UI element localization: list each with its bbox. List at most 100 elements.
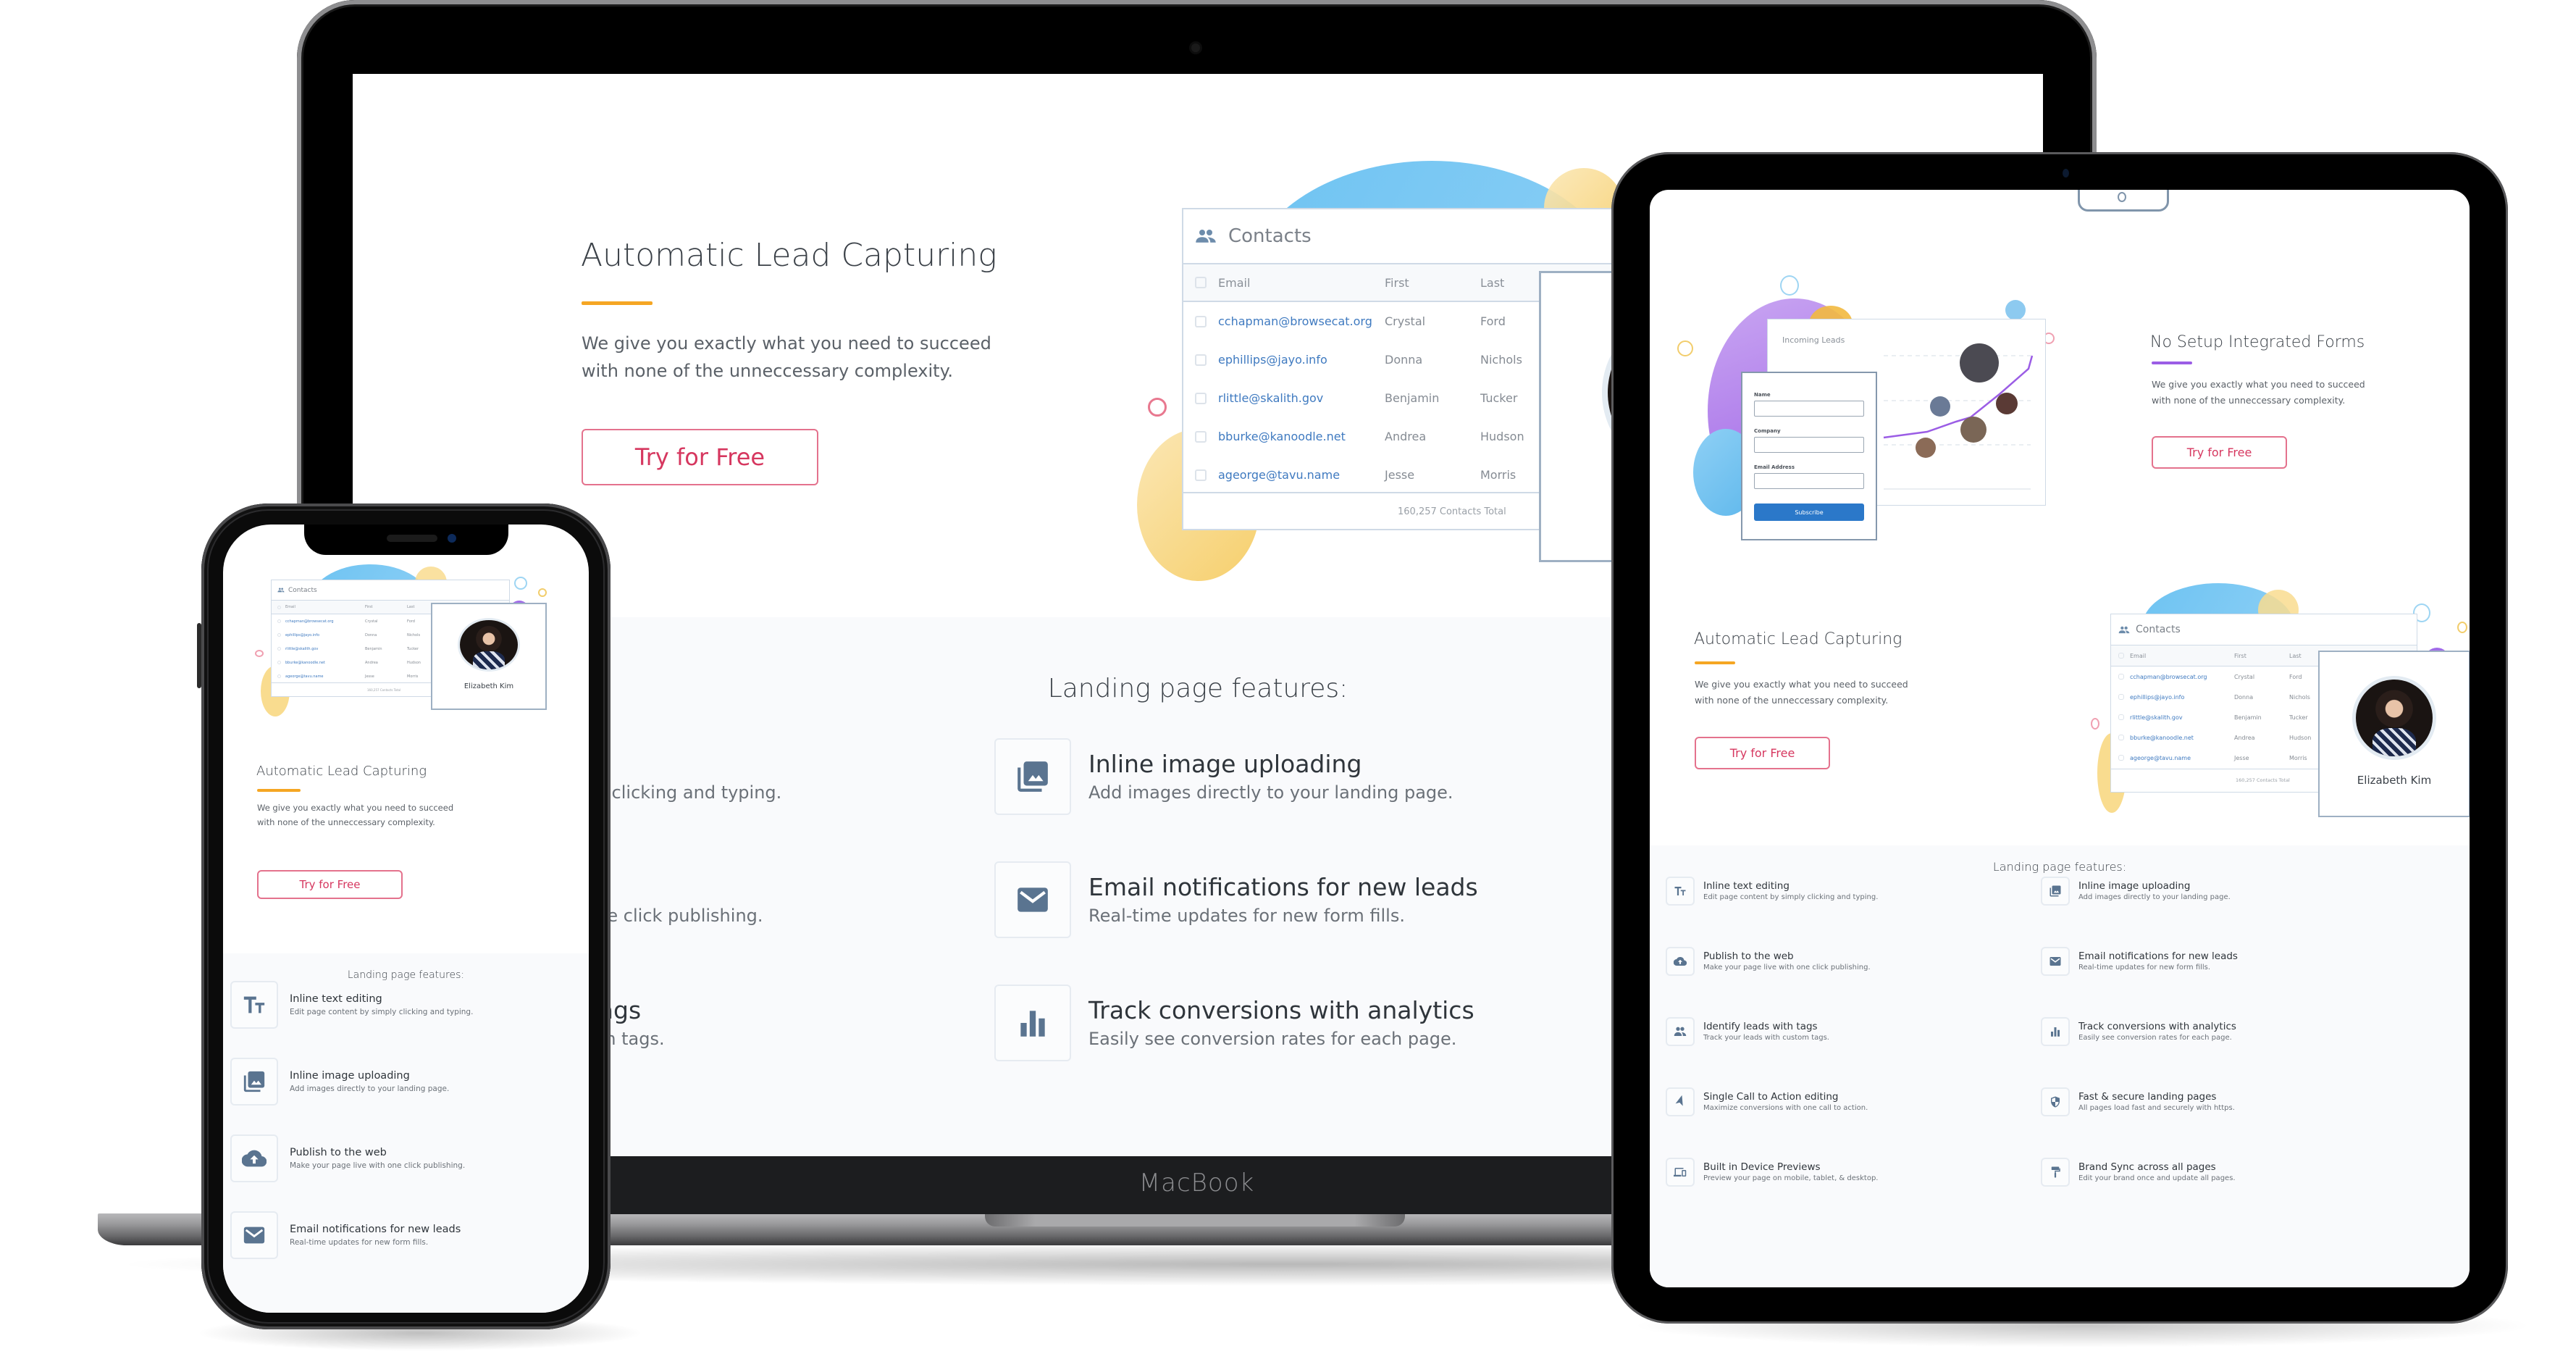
feature-title: Inline image uploading <box>1088 750 1362 778</box>
contact-email[interactable]: rlittle@skalith.gov <box>285 647 365 651</box>
contact-email[interactable]: cchapman@browsecat.org <box>1218 314 1385 328</box>
feature-title: Identify leads with tags <box>1703 1021 1818 1032</box>
feature-description: Edit page content by simply clicking and… <box>1703 893 1879 901</box>
try-for-free-button[interactable]: Try for Free <box>582 429 818 485</box>
feature-description: Edit page content by simply clicking and… <box>290 1008 474 1016</box>
select-all-checkbox[interactable] <box>2118 653 2124 659</box>
column-first[interactable]: First <box>1385 276 1480 290</box>
device-preview-icon[interactable] <box>2078 190 2169 212</box>
people-icon <box>1196 230 1216 243</box>
feature-item: Inline image uploading Add images directl… <box>2041 877 2231 906</box>
contact-last-name: Hudson <box>407 660 421 665</box>
decorative-ring-blue <box>514 577 527 590</box>
column-email[interactable]: Email <box>285 605 365 609</box>
feature-description: Real-time updates for new form fills. <box>1088 906 1405 926</box>
contact-email[interactable]: ephillips@jayo.info <box>285 633 365 638</box>
contacts-card-title: Contacts <box>2136 624 2181 635</box>
select-all-checkbox[interactable] <box>1195 277 1207 288</box>
phone-screen: Contacts Email First Last cchapman@brows… <box>223 525 589 1313</box>
feature-description: Add images directly to your landing page… <box>290 1085 450 1093</box>
feature-title: Email notifications for new leads <box>1088 873 1478 901</box>
contact-first-name: Andrea <box>1385 430 1427 443</box>
contact-email[interactable]: bburke@kanoodle.net <box>2130 735 2234 741</box>
contact-first-name: Crystal <box>365 619 378 624</box>
select-all-checkbox[interactable] <box>277 605 281 609</box>
feature-item: Email notifications for new leads Real-ti… <box>994 861 1478 938</box>
try-for-free-button[interactable]: Try for Free <box>257 870 403 899</box>
subscribe-button[interactable]: Subscribe <box>1754 503 1864 521</box>
column-last[interactable]: Last <box>1480 276 1504 290</box>
forms-subtitle-line: We give you exactly what you need to suc… <box>2152 379 2365 390</box>
contact-email[interactable]: rlittle@skalith.gov <box>1218 391 1385 405</box>
contact-last-name: Morris <box>1480 468 1516 482</box>
hero-accent-bar <box>582 301 653 305</box>
row-checkbox[interactable] <box>277 661 281 664</box>
column-first[interactable]: First <box>365 605 407 609</box>
contact-email[interactable]: rlittle@skalith.gov <box>2130 714 2234 721</box>
contact-first-name: Benjamin <box>365 646 382 651</box>
column-email[interactable]: Email <box>1218 276 1385 290</box>
try-for-free-button[interactable]: Try for Free <box>1695 737 1830 769</box>
row-checkbox[interactable] <box>2118 694 2124 700</box>
row-checkbox[interactable] <box>2118 714 2124 720</box>
hero-title: Automatic Lead Capturing <box>581 237 997 274</box>
contact-email[interactable]: ageorge@tavu.name <box>2130 755 2234 761</box>
shield-icon <box>2041 1087 2070 1116</box>
contact-email[interactable]: ageorge@tavu.name <box>285 674 365 679</box>
row-checkbox[interactable] <box>1195 354 1207 366</box>
decorative-blob-blue <box>2005 300 2026 320</box>
row-checkbox[interactable] <box>2118 755 2124 761</box>
feature-item: Inline image uploading Add images directl… <box>994 738 1453 815</box>
row-checkbox[interactable] <box>277 674 281 678</box>
column-email[interactable]: Email <box>2130 653 2234 659</box>
feature-description: Add images directly to your landing page… <box>2078 893 2231 901</box>
row-checkbox[interactable] <box>277 647 281 651</box>
contact-email[interactable]: cchapman@browsecat.org <box>2130 674 2234 680</box>
contact-email[interactable]: ephillips@jayo.info <box>2130 694 2234 701</box>
contact-email[interactable]: bburke@kanoodle.net <box>1218 430 1385 443</box>
contact-first-name: Crystal <box>1385 314 1426 328</box>
row-checkbox[interactable] <box>277 619 281 623</box>
row-checkbox[interactable] <box>2118 735 2124 740</box>
feature-item: Identify leads with tags Track your leads… <box>1666 1017 1829 1046</box>
lead-capture-subtitle-line: We give you exactly what you need to suc… <box>1695 679 1908 690</box>
contact-email[interactable]: cchapman@browsecat.org <box>285 619 365 624</box>
bar-chart-icon <box>2041 1017 2070 1046</box>
contact-last-name: Ford <box>407 619 415 624</box>
form-field-label: Email Address <box>1754 464 1795 470</box>
contact-first-name: Donna <box>365 632 377 638</box>
people-icon <box>2118 626 2130 633</box>
contact-last-name: Morris <box>407 674 419 679</box>
text-format-icon <box>230 981 278 1029</box>
row-checkbox[interactable] <box>2118 674 2124 680</box>
contact-first-name: Benjamin <box>2234 714 2262 721</box>
contact-email[interactable]: bburke@kanoodle.net <box>285 661 365 665</box>
row-checkbox[interactable] <box>1195 392 1207 404</box>
form-field-label: Company <box>1754 428 1781 434</box>
devices-icon <box>1666 1158 1695 1187</box>
feature-description: All pages load fast and securely with ht… <box>2078 1104 2235 1112</box>
row-checkbox[interactable] <box>1195 469 1207 481</box>
forms-subtitle-line: with none of the unneccessary complexity… <box>2152 395 2346 406</box>
contact-email[interactable]: ageorge@tavu.name <box>1218 468 1385 482</box>
profile-avatar <box>460 620 518 669</box>
lead-capture-subtitle: We give you exactly what you need to suc… <box>1695 677 1908 709</box>
ipad-camera <box>2063 169 2069 177</box>
column-last[interactable]: Last <box>2289 653 2302 659</box>
feature-title: Inline image uploading <box>2078 880 2191 892</box>
decorative-ring-yellow <box>538 588 547 597</box>
phone-speaker <box>387 535 437 542</box>
form-field-input[interactable] <box>1754 401 1864 417</box>
decorative-ring-yellow <box>2457 622 2467 633</box>
column-first[interactable]: First <box>2234 653 2289 659</box>
feature-item: Email notifications for new leads Real-ti… <box>2041 947 2238 976</box>
row-checkbox[interactable] <box>1195 315 1207 327</box>
feature-description: Real-time updates for new form fills. <box>290 1238 429 1247</box>
form-field-input[interactable] <box>1754 473 1864 489</box>
form-field-input[interactable] <box>1754 437 1864 453</box>
row-checkbox[interactable] <box>1195 430 1207 443</box>
column-last[interactable]: Last <box>407 605 414 609</box>
try-for-free-button[interactable]: Try for Free <box>2152 436 2287 469</box>
row-checkbox[interactable] <box>277 633 281 637</box>
contact-email[interactable]: ephillips@jayo.info <box>1218 353 1385 367</box>
